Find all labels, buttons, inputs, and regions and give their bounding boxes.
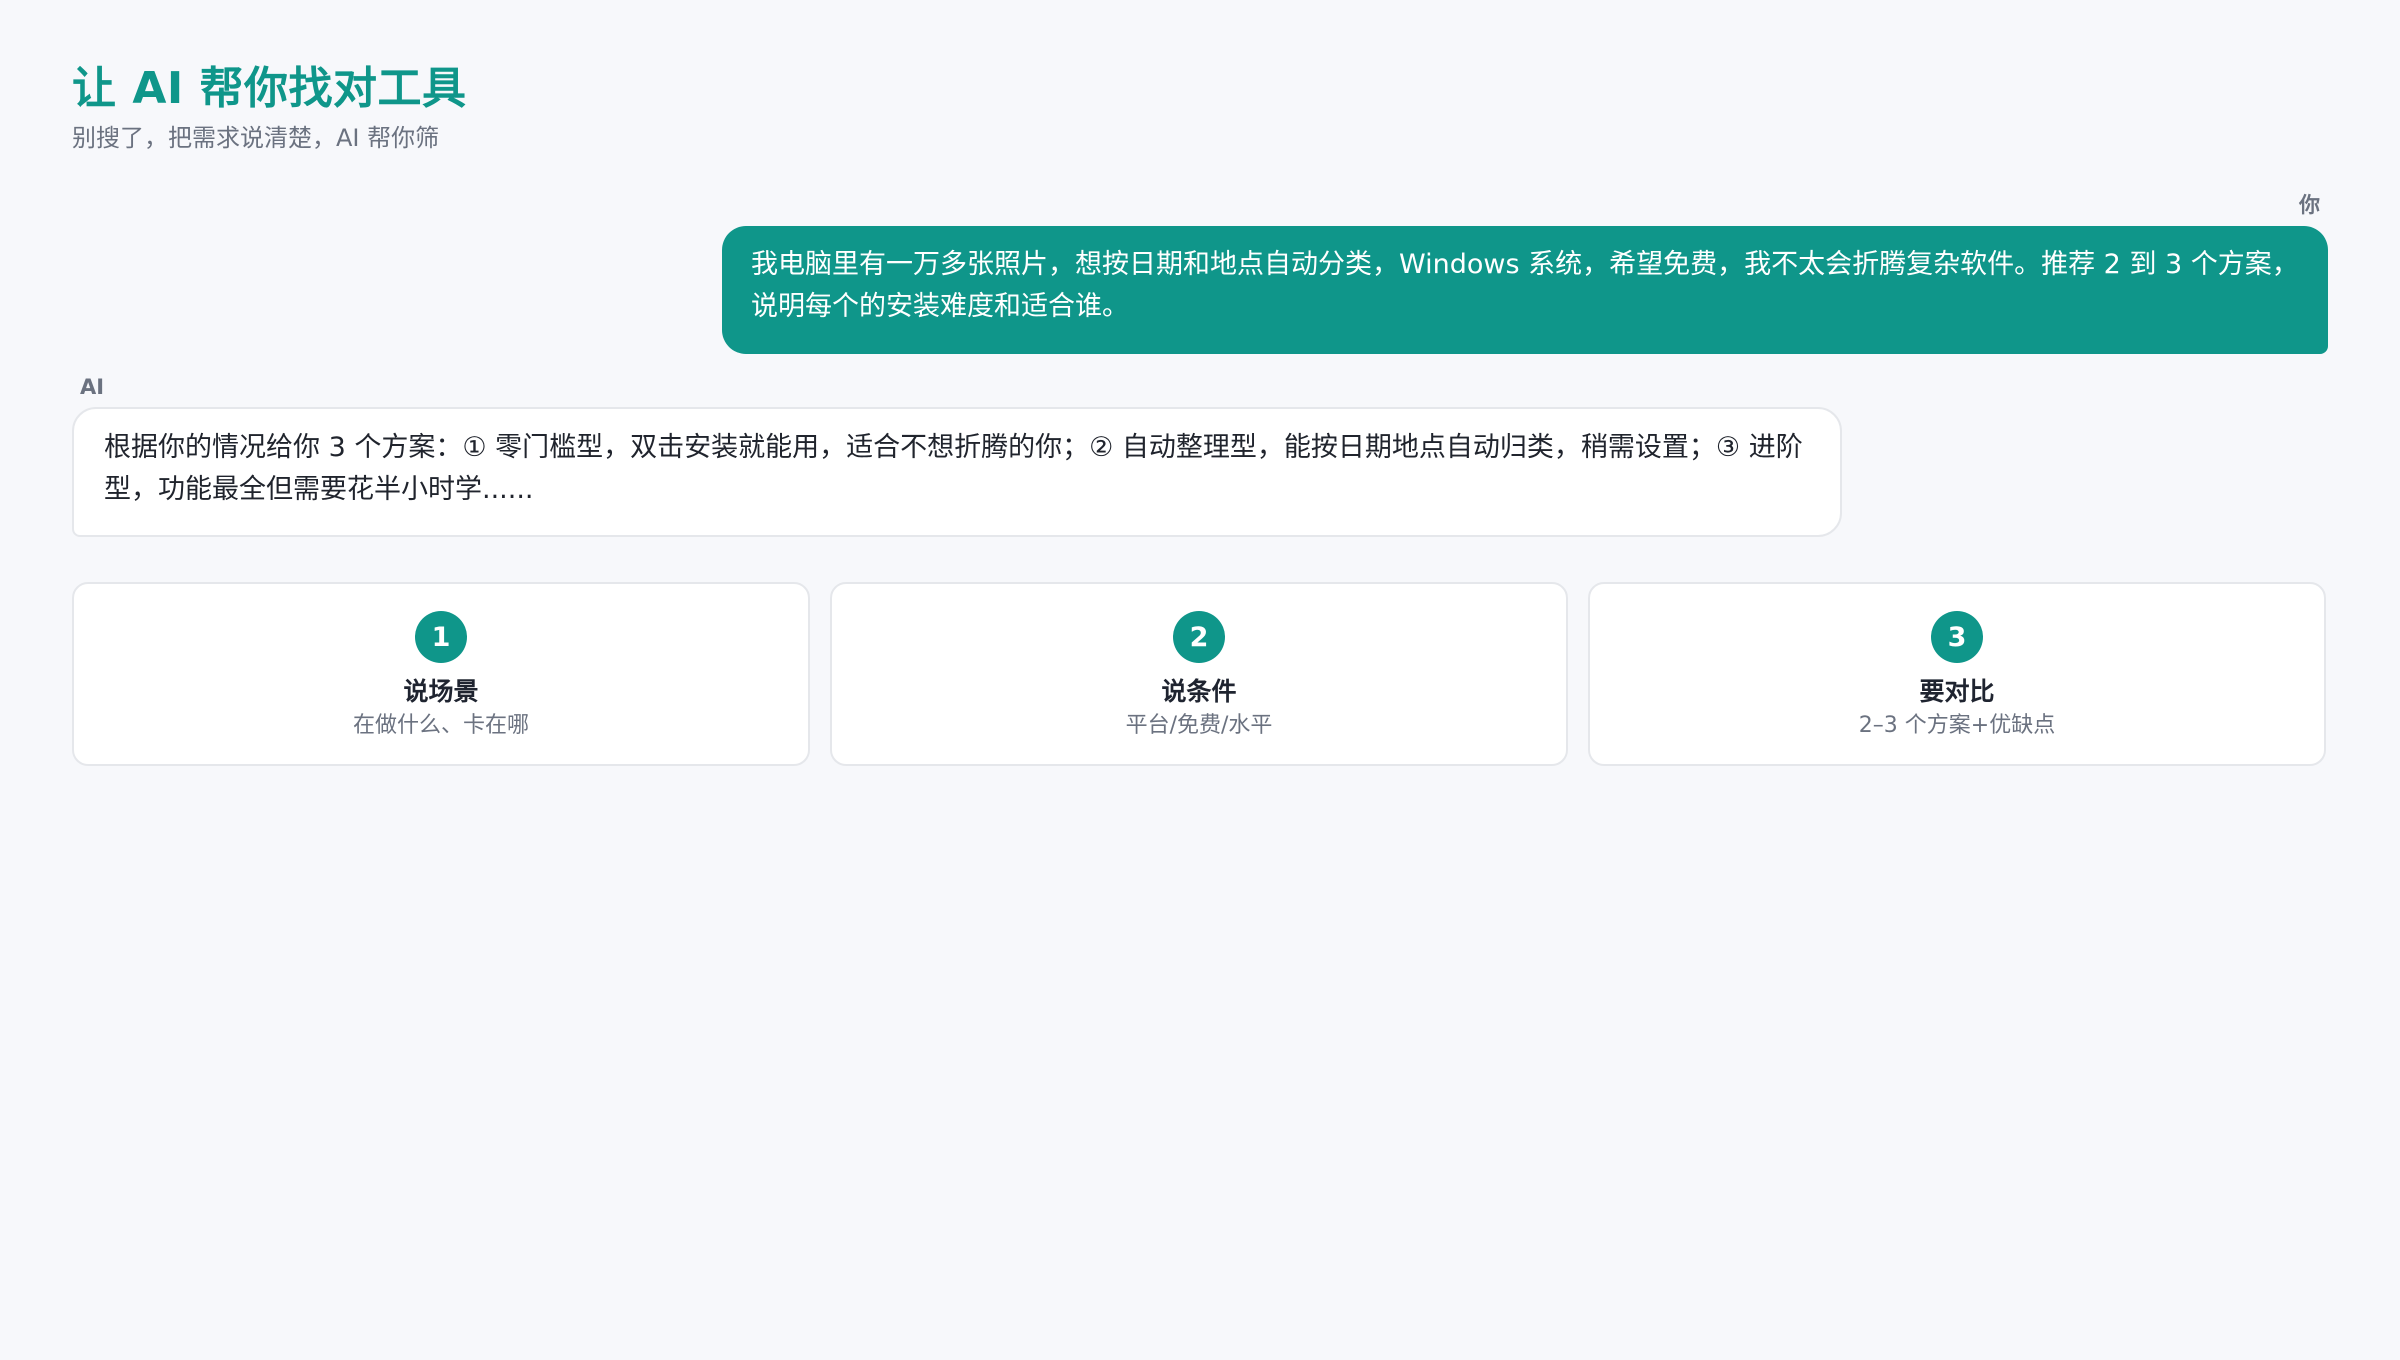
- step-title: 要对比: [1919, 677, 1995, 706]
- step-description: 2–3 个方案+优缺点: [1858, 713, 2056, 738]
- step-card-scenario: 1 说场景 在做什么、卡在哪: [72, 582, 810, 766]
- user-message-bubble: 我电脑里有一万多张照片，想按日期和地点自动分类，Windows 系统，希望免费，…: [722, 226, 2328, 354]
- step-number-badge: 1: [415, 611, 467, 663]
- ai-message: AI 根据你的情况给你 3 个方案：① 零门槛型，双击安装就能用，适合不想折腾的…: [72, 374, 1842, 537]
- step-card-comparison: 3 要对比 2–3 个方案+优缺点: [1588, 582, 2326, 766]
- main-page: 让 AI 帮你找对工具 别搜了，把需求说清楚，AI 帮你筛 你 我电脑里有一万多…: [72, 62, 2328, 766]
- user-message: 你 我电脑里有一万多张照片，想按日期和地点自动分类，Windows 系统，希望免…: [722, 192, 2328, 354]
- page-subtitle: 别搜了，把需求说清楚，AI 帮你筛: [72, 124, 440, 152]
- ai-message-bubble: 根据你的情况给你 3 个方案：① 零门槛型，双击安装就能用，适合不想折腾的你；②…: [72, 407, 1842, 537]
- step-description: 平台/免费/水平: [1125, 713, 1273, 738]
- step-title: 说条件: [1161, 677, 1237, 706]
- step-card-conditions: 2 说条件 平台/免费/水平: [830, 582, 1568, 766]
- step-description: 在做什么、卡在哪: [352, 713, 529, 738]
- step-number-badge: 3: [1931, 611, 1983, 663]
- step-title: 说场景: [403, 677, 479, 706]
- prompt-steps: 1 说场景 在做什么、卡在哪 2 说条件 平台/免费/水平 3 要对比 2–3 …: [72, 582, 2328, 766]
- step-number-badge: 2: [1173, 611, 1225, 663]
- ai-speaker-label: AI: [80, 375, 105, 399]
- user-speaker-label: 你: [2299, 193, 2320, 217]
- page-title: 让 AI 帮你找对工具: [72, 63, 467, 114]
- page-header: 让 AI 帮你找对工具 别搜了，把需求说清楚，AI 帮你筛: [72, 62, 2328, 154]
